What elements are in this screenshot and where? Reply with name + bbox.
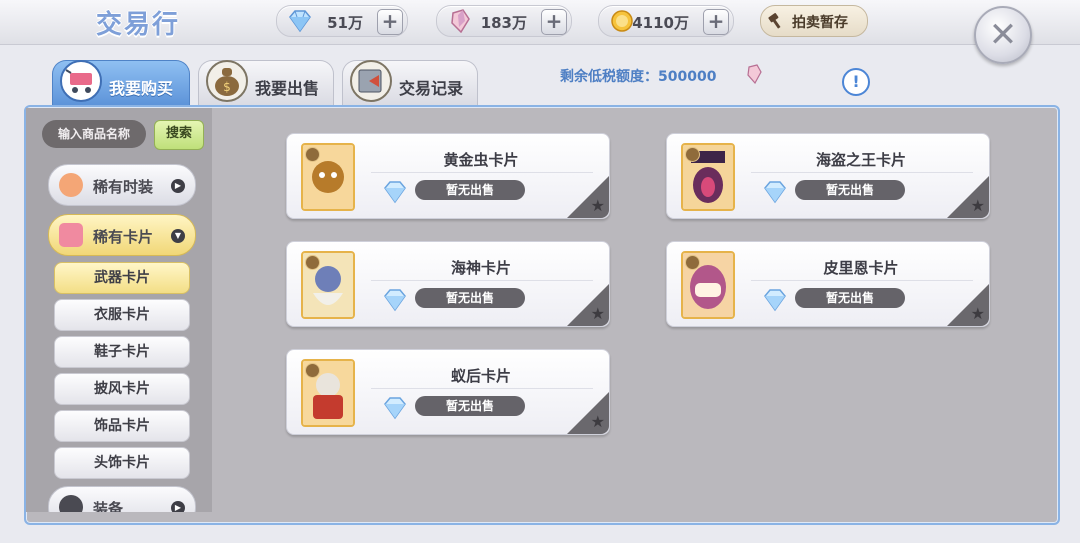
card-item[interactable]: 黄金虫卡片 暂无出售 ★ [286,133,610,219]
currency-diamond: 51万 + [276,5,408,37]
star-icon[interactable]: ★ [971,306,985,322]
cart-icon [60,60,102,102]
category-rare-fashion[interactable]: 稀有时装 ▶ [48,164,196,206]
shirt-icon [59,495,83,512]
search-input[interactable]: 输入商品名称 [42,120,146,148]
diamond-icon [764,289,786,312]
category-equipment[interactable]: 装备 ▶ [48,486,196,512]
card-portrait [681,143,735,211]
card-item[interactable]: 蚁后卡片 暂无出售 ★ [286,349,610,435]
card-portrait [681,251,735,319]
currency-crystal: 183万 + [436,5,572,37]
sword-icon [305,147,320,162]
sale-status: 暂无出售 [795,180,905,200]
tab-history-label: 交易记录 [399,79,464,98]
page-title: 交易行 [96,10,181,40]
crystal-icon [747,64,762,84]
star-icon[interactable]: ★ [591,306,605,322]
star-icon[interactable]: ★ [591,198,605,214]
card-name: 皮里恩卡片 [823,259,899,277]
fashion-icon [59,173,83,197]
info-icon[interactable]: ! [842,68,870,96]
chevron-right-icon: ▶ [171,179,185,193]
search-button[interactable]: 搜索 [154,120,204,150]
tab-history[interactable]: 交易记录 [342,60,478,107]
card-name: 海神卡片 [450,259,511,277]
tax-quota-label: 剩余低税额度：500000 [560,69,717,85]
diamond-amount: 51万 [327,14,363,32]
card-item[interactable]: 皮里恩卡片 暂无出售 ★ [666,241,990,327]
diamond-icon [289,10,311,33]
close-icon: ✕ [988,15,1018,55]
sale-status: 暂无出售 [795,288,905,308]
divider [371,280,593,281]
add-gold-button[interactable]: + [703,9,729,35]
card-portrait [301,251,355,319]
card-item[interactable]: 海盗之王卡片 暂无出售 ★ [666,133,990,219]
divider [371,172,593,173]
subcategory-accessory-card[interactable]: 饰品卡片 [54,410,190,442]
sword-icon [305,363,320,378]
sidebar: 输入商品名称 搜索 稀有时装 ▶ 稀有卡片 ▼ 武器卡片 衣服卡片 鞋子卡片 披… [26,108,212,512]
sword-icon [685,147,700,162]
card-portrait [301,143,355,211]
gold-coin-icon [611,10,633,32]
card-name: 海盗之王卡片 [815,151,906,169]
category-label: 稀有卡片 [93,228,154,246]
crystal-amount: 183万 [480,14,527,32]
sword-icon [305,255,320,270]
add-diamond-button[interactable]: + [377,9,403,35]
close-button[interactable]: ✕ [974,6,1032,64]
subcategory-headgear-card[interactable]: 头饰卡片 [54,447,190,479]
sale-status: 暂无出售 [415,180,525,200]
card-name: 黄金虫卡片 [443,151,519,169]
sale-status: 暂无出售 [415,396,525,416]
card-name: 蚁后卡片 [450,367,511,385]
diamond-icon [384,289,406,312]
add-crystal-button[interactable]: + [541,9,567,35]
divider [751,172,973,173]
subcategory-weapon-card[interactable]: 武器卡片 [54,262,190,294]
svg-text:$: $ [223,80,231,94]
gold-amount: 4110万 [632,14,689,32]
card-portrait [301,359,355,427]
card-icon [59,223,83,247]
subcategory-cape-card[interactable]: 披风卡片 [54,373,190,405]
tab-buy-label: 我要购买 [109,79,174,98]
currency-gold: 4110万 + [598,5,734,37]
sale-status: 暂无出售 [415,288,525,308]
tab-sell-label: 我要出售 [255,79,320,98]
diamond-icon [384,397,406,420]
ledger-icon [350,60,392,102]
crystal-icon [451,9,470,33]
tab-buy[interactable]: 我要购买 [52,60,190,107]
category-label: 装备 [93,500,124,512]
diamond-icon [764,181,786,204]
money-bag-icon: $ [206,60,248,102]
auction-storage-label: 拍卖暂存 [792,15,848,31]
category-rare-card[interactable]: 稀有卡片 ▼ [48,214,196,256]
chevron-right-icon: ▶ [171,501,185,512]
divider [371,388,593,389]
chevron-down-icon: ▼ [171,229,185,243]
diamond-icon [384,181,406,204]
subcategory-armor-card[interactable]: 衣服卡片 [54,299,190,331]
hammer-icon [768,13,781,29]
card-item[interactable]: 海神卡片 暂无出售 ★ [286,241,610,327]
subcategory-shoes-card[interactable]: 鞋子卡片 [54,336,190,368]
category-label: 稀有时装 [93,178,154,196]
divider [751,280,973,281]
auction-storage-button[interactable]: 拍卖暂存 [760,5,868,37]
star-icon[interactable]: ★ [971,198,985,214]
tab-sell[interactable]: $ 我要出售 [198,60,334,107]
star-icon[interactable]: ★ [591,414,605,430]
top-bar: 交易行 51万 + 183万 + 4110万 + 拍卖暂存 [0,0,1080,45]
sword-icon [685,255,700,270]
